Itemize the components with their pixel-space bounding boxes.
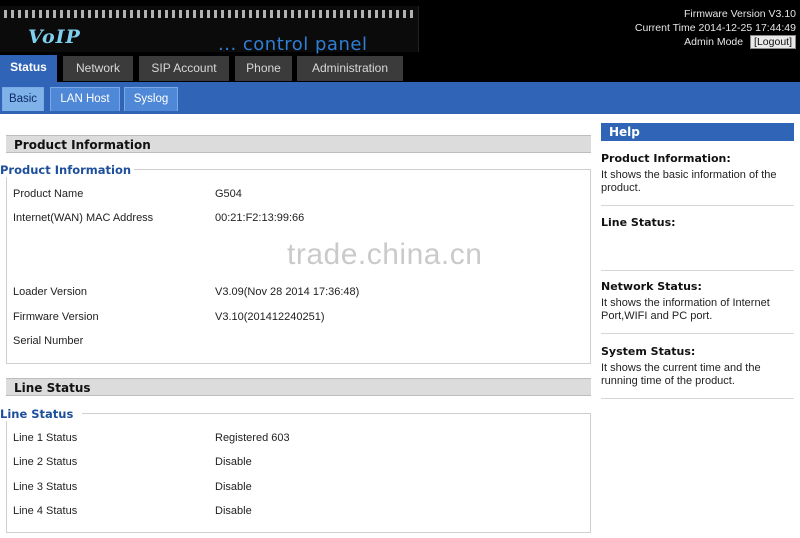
product-info-legend: Product Information — [0, 163, 138, 177]
wan-mac-value: 00:21:F2:13:99:66 — [215, 212, 305, 224]
help-divider — [601, 205, 794, 206]
help-network-status-title: Network Status: — [601, 280, 702, 293]
logout-button[interactable]: [Logout] — [750, 35, 796, 49]
help-product-info-title: Product Information: — [601, 152, 731, 165]
line-status-header: Line Status — [6, 378, 591, 396]
tab-status[interactable]: Status — [0, 55, 57, 82]
help-divider — [601, 398, 794, 399]
help-network-status-text: It shows the information of Internet Por… — [601, 297, 770, 322]
legend-divider — [134, 169, 591, 170]
subtab-basic[interactable]: Basic — [2, 87, 44, 111]
line-status-panel — [6, 413, 591, 533]
tab-network[interactable]: Network — [63, 56, 133, 81]
serial-number-label: Serial Number — [13, 335, 84, 347]
logo-subtitle: ... control panel — [218, 34, 368, 55]
header-bar: VoIP ... control panel Firmware Version … — [0, 0, 800, 55]
firmware-version-text: Firmware Version V3.10 — [683, 8, 796, 20]
firmware-version-value: V3.10(201412240251) — [215, 311, 325, 323]
line-4-status-value: Disable — [215, 505, 252, 517]
current-time-text: Current Time 2014-12-25 17:44:49 — [634, 22, 796, 34]
wan-mac-label: Internet(WAN) MAC Address — [13, 212, 154, 224]
logo-dots-decoration — [4, 10, 414, 18]
subtab-lan-host[interactable]: LAN Host — [50, 87, 120, 111]
product-info-header: Product Information — [6, 135, 591, 153]
line-3-status-label: Line 3 Status — [13, 481, 78, 493]
help-product-info-text: It shows the basic information of the pr… — [601, 169, 777, 194]
help-divider — [601, 333, 794, 334]
tab-administration[interactable]: Administration — [297, 56, 403, 81]
sub-tabs: Basic LAN Host Syslog — [0, 82, 800, 114]
product-name-label: Product Name — [13, 188, 84, 200]
product-name-value: G504 — [215, 188, 242, 200]
help-line-status-title: Line Status: — [601, 216, 676, 229]
help-system-status-text: It shows the current time and the runnin… — [601, 362, 761, 387]
header-info: Firmware Version V3.10 Current Time 2014… — [635, 7, 796, 49]
logo: VoIP ... control panel — [0, 6, 419, 55]
tab-sip-account[interactable]: SIP Account — [139, 56, 229, 81]
help-divider — [601, 270, 794, 271]
loader-version-value: V3.09(Nov 28 2014 17:36:48) — [215, 286, 360, 298]
tab-phone[interactable]: Phone — [235, 56, 292, 81]
firmware-version-label: Firmware Version — [13, 311, 99, 323]
line-3-status-value: Disable — [215, 481, 252, 493]
line-4-status-label: Line 4 Status — [13, 505, 78, 517]
main-tabs: Status Network SIP Account Phone Adminis… — [0, 55, 800, 82]
legend-divider — [82, 413, 591, 414]
line-2-status-value: Disable — [215, 456, 252, 468]
logo-text: VoIP — [28, 26, 81, 48]
line-status-legend: Line Status — [0, 407, 80, 421]
help-header: Help — [601, 123, 794, 141]
help-system-status-title: System Status: — [601, 345, 696, 358]
admin-mode-text: Admin Mode — [684, 36, 744, 48]
loader-version-label: Loader Version — [13, 286, 87, 298]
subtab-syslog[interactable]: Syslog — [124, 87, 178, 111]
line-1-status-label: Line 1 Status — [13, 432, 78, 444]
watermark: trade.china.cn — [287, 238, 483, 271]
line-2-status-label: Line 2 Status — [13, 456, 78, 468]
line-1-status-value: Registered 603 — [215, 432, 290, 444]
